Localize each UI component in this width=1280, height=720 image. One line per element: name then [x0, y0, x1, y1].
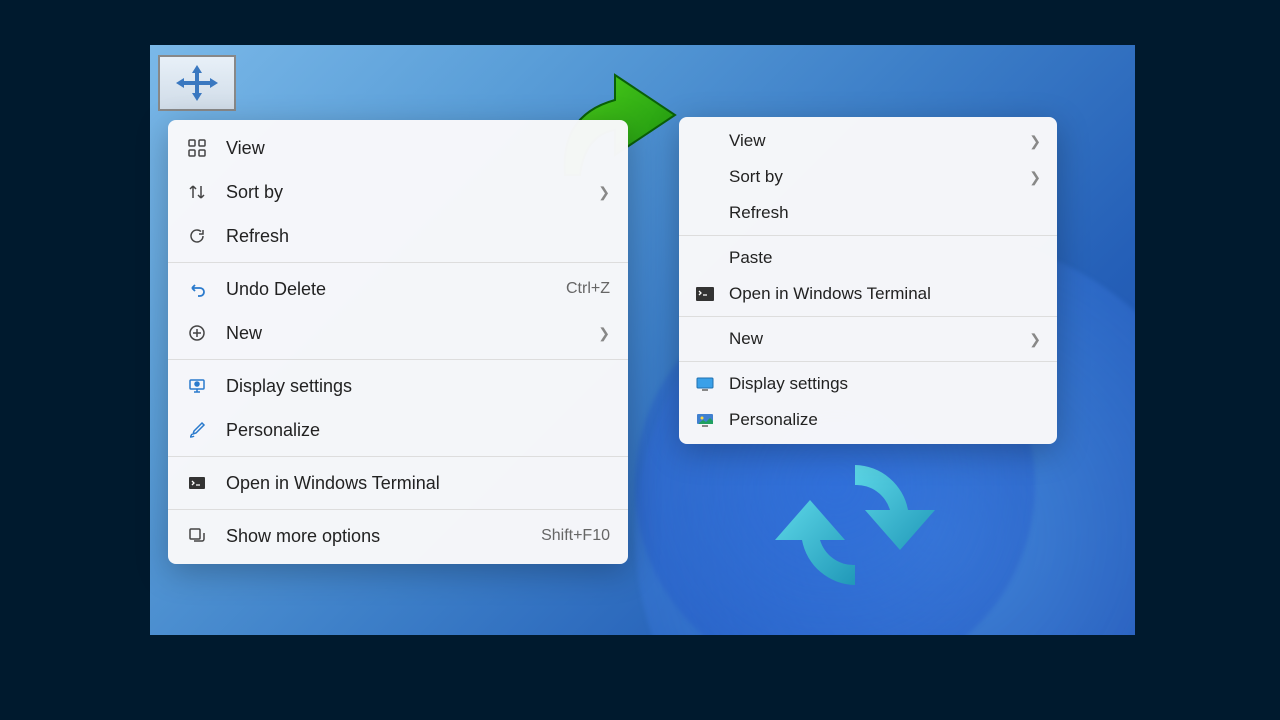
menu-shortcut: Shift+F10 — [541, 527, 610, 545]
menu-label: Personalize — [729, 410, 1041, 430]
brush-icon — [186, 419, 208, 441]
menu-label: Paste — [729, 248, 1041, 268]
menu-label: Undo Delete — [226, 279, 566, 300]
menu-label: Open in Windows Terminal — [226, 473, 610, 494]
menu-label: Open in Windows Terminal — [729, 284, 1041, 304]
menu-label: Refresh — [226, 226, 610, 247]
menu-shortcut: Ctrl+Z — [566, 280, 610, 298]
context-menu-win11: View Sort by ❯ Refresh Undo Delete Ctrl+… — [168, 120, 628, 564]
menu-label: New — [729, 329, 1021, 349]
display-icon — [695, 373, 715, 395]
menu-separator — [168, 262, 628, 263]
menu-separator — [679, 316, 1057, 317]
menu-item-personalize[interactable]: Personalize — [168, 408, 628, 452]
menu-separator — [679, 361, 1057, 362]
blank-icon — [695, 247, 715, 269]
menu-separator — [168, 359, 628, 360]
menu-item-view[interactable]: View ❯ — [679, 123, 1057, 159]
plus-circle-icon — [186, 322, 208, 344]
menu-label: Sort by — [729, 167, 1021, 187]
chevron-right-icon: ❯ — [1029, 133, 1041, 150]
menu-label: View — [226, 138, 610, 159]
undo-icon — [186, 278, 208, 300]
personalize-icon — [695, 409, 715, 431]
sync-icon — [760, 440, 950, 610]
menu-label: Show more options — [226, 526, 541, 547]
resize-move-icon — [158, 55, 236, 111]
menu-label: View — [729, 131, 1021, 151]
blank-icon — [695, 328, 715, 350]
blank-icon — [695, 130, 715, 152]
menu-item-open-terminal[interactable]: Open in Windows Terminal — [679, 276, 1057, 312]
menu-item-sort-by[interactable]: Sort by ❯ — [168, 170, 628, 214]
menu-label: Sort by — [226, 182, 590, 203]
chevron-right-icon: ❯ — [1029, 331, 1041, 348]
menu-separator — [168, 456, 628, 457]
menu-item-new[interactable]: New ❯ — [679, 321, 1057, 357]
chevron-right-icon: ❯ — [598, 184, 610, 201]
chevron-right-icon: ❯ — [1029, 169, 1041, 186]
context-menu-classic: View ❯ Sort by ❯ Refresh Paste Open in W… — [679, 117, 1057, 444]
menu-separator — [679, 235, 1057, 236]
menu-item-display-settings[interactable]: Display settings — [679, 366, 1057, 402]
menu-item-sort-by[interactable]: Sort by ❯ — [679, 159, 1057, 195]
menu-item-refresh[interactable]: Refresh — [679, 195, 1057, 231]
terminal-icon — [695, 283, 715, 305]
menu-item-view[interactable]: View — [168, 126, 628, 170]
menu-label: Personalize — [226, 420, 610, 441]
menu-item-display-settings[interactable]: Display settings — [168, 364, 628, 408]
menu-item-open-terminal[interactable]: Open in Windows Terminal — [168, 461, 628, 505]
display-icon — [186, 375, 208, 397]
menu-item-personalize[interactable]: Personalize — [679, 402, 1057, 438]
menu-label: New — [226, 323, 590, 344]
refresh-icon — [186, 225, 208, 247]
menu-item-new[interactable]: New ❯ — [168, 311, 628, 355]
terminal-icon — [186, 472, 208, 494]
menu-label: Display settings — [226, 376, 610, 397]
menu-item-undo-delete[interactable]: Undo Delete Ctrl+Z — [168, 267, 628, 311]
menu-item-show-more[interactable]: Show more options Shift+F10 — [168, 514, 628, 558]
blank-icon — [695, 166, 715, 188]
more-options-icon — [186, 525, 208, 547]
menu-label: Refresh — [729, 203, 1041, 223]
menu-separator — [168, 509, 628, 510]
menu-item-paste[interactable]: Paste — [679, 240, 1057, 276]
chevron-right-icon: ❯ — [598, 325, 610, 342]
blank-icon — [695, 202, 715, 224]
grid-icon — [186, 137, 208, 159]
menu-item-refresh[interactable]: Refresh — [168, 214, 628, 258]
sort-icon — [186, 181, 208, 203]
menu-label: Display settings — [729, 374, 1041, 394]
